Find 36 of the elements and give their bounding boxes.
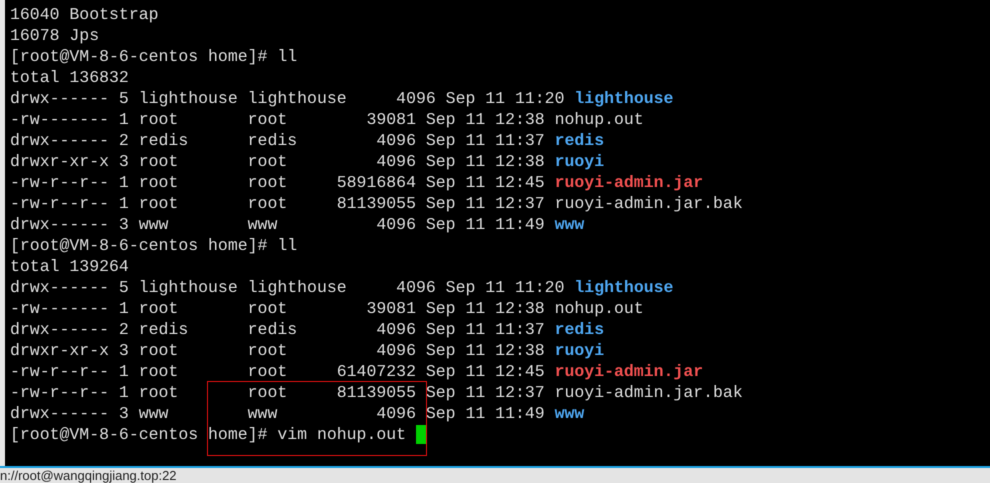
file-name: ruoyi-admin.jar.bak xyxy=(554,382,743,403)
command-line: [root@VM-8-6-centos home]# vim nohup.out xyxy=(10,424,406,445)
file-details: -rw-r--r-- 1 root root 81139055 Sep 11 12:37 xyxy=(10,382,545,403)
file-details: -rw-r--r-- 1 root root 58916864 Sep 11 12:45 xyxy=(10,172,545,193)
file-name: ruoyi-admin.jar xyxy=(554,172,704,193)
file-name: ruoyi xyxy=(554,151,604,172)
file-name: ruoyi-admin.jar.bak xyxy=(554,193,743,214)
file-name: nohup.out xyxy=(554,109,644,130)
file-details: -rw------- 1 root root 39081 Sep 11 12:38 xyxy=(10,298,545,319)
file-details: drwx------ 5 lighthouse lighthouse 4096 Sep 11 11:20 xyxy=(10,88,564,109)
file-name: lighthouse xyxy=(574,277,674,298)
file-details: -rw------- 1 root root 39081 Sep 11 12:38 xyxy=(10,109,545,130)
file-name: ruoyi xyxy=(554,340,604,361)
file-details: -rw-r--r-- 1 root root 81139055 Sep 11 12:37 xyxy=(10,193,545,214)
file-name: nohup.out xyxy=(554,298,644,319)
file-name: www xyxy=(554,214,584,235)
file-name: redis xyxy=(554,130,604,151)
connection-address: n://root@wangqingjiang.top:22 xyxy=(0,468,177,483)
file-details: drwx------ 2 redis redis 4096 Sep 11 11:37 xyxy=(10,130,545,151)
command-line: [root@VM-8-6-centos home]# ll xyxy=(10,235,298,256)
file-details: drwxr-xr-x 3 root root 4096 Sep 11 12:38 xyxy=(10,151,545,172)
file-name: ruoyi-admin.jar xyxy=(554,361,704,382)
file-details: -rw-r--r-- 1 root root 61407232 Sep 11 12:45 xyxy=(10,361,545,382)
file-details: drwxr-xr-x 3 root root 4096 Sep 11 12:38 xyxy=(10,340,545,361)
output-line: total 139264 xyxy=(10,256,129,277)
output-line: total 136832 xyxy=(10,67,129,88)
file-name: www xyxy=(554,403,584,424)
output-line: 16040 Bootstrap xyxy=(10,4,159,25)
file-details: drwx------ 5 lighthouse lighthouse 4096 Sep 11 11:20 xyxy=(10,277,564,298)
output-line: 16078 Jps xyxy=(10,25,100,46)
file-name: redis xyxy=(554,319,604,340)
file-details: drwx------ 3 www www 4096 Sep 11 11:49 xyxy=(10,214,545,235)
file-details: drwx------ 3 www www 4096 Sep 11 11:49 xyxy=(10,403,545,424)
file-name: lighthouse xyxy=(574,88,674,109)
command-line: [root@VM-8-6-centos home]# ll xyxy=(10,46,298,67)
file-details: drwx------ 2 redis redis 4096 Sep 11 11:37 xyxy=(10,319,545,340)
